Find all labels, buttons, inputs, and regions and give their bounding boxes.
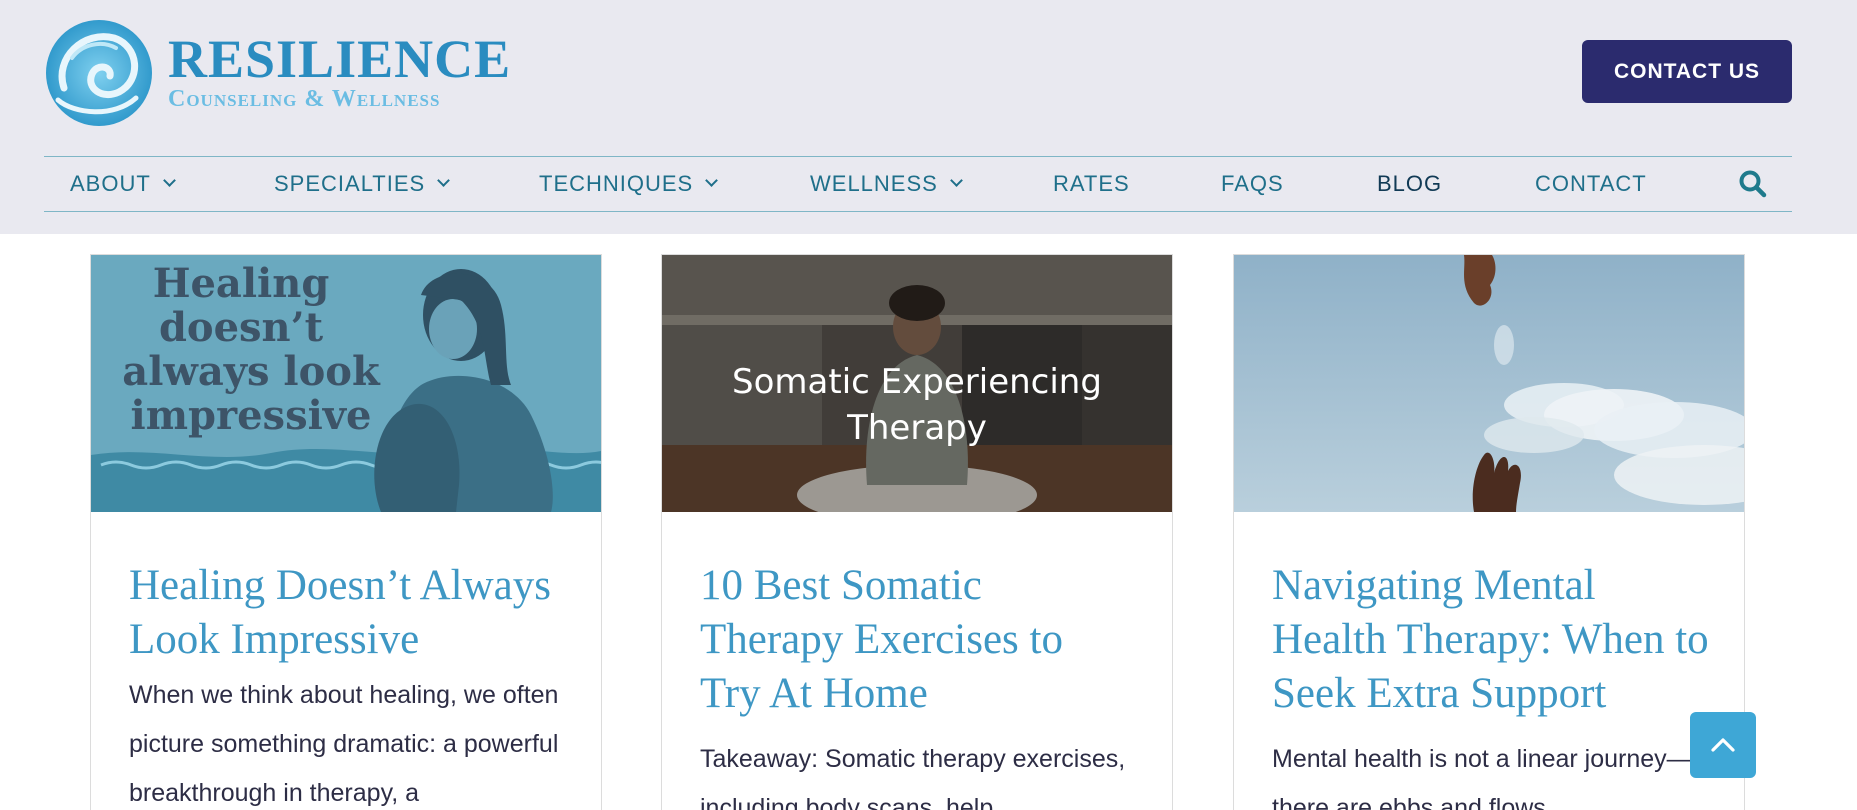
- blog-card[interactable]: Healing doesn’t always look impressive H…: [90, 254, 602, 810]
- nav-label: TECHNIQUES: [539, 170, 694, 196]
- nav-item-contact[interactable]: CONTACT: [1535, 157, 1647, 210]
- nav-item-specialties[interactable]: SPECIALTIES: [274, 157, 451, 210]
- post-title[interactable]: 10 Best Somatic Therapy Exercises to Try…: [700, 559, 1120, 721]
- post-excerpt: When we think about healing, we often pi…: [129, 681, 559, 807]
- post-title[interactable]: Healing Doesn’t Always Look Impressive: [129, 559, 569, 667]
- post-thumbnail[interactable]: Healing doesn’t always look impressive: [91, 255, 601, 512]
- image-text-line: impressive: [131, 392, 372, 439]
- logo-tagline: Counseling & Wellness: [168, 86, 441, 112]
- nav-item-blog[interactable]: BLOG: [1377, 157, 1442, 210]
- logo-wordmark: RESILIENCE Counseling & Wellness: [168, 29, 512, 113]
- nav-item-faqs[interactable]: FAQS: [1221, 157, 1284, 210]
- post-thumbnail[interactable]: Somatic Experiencing Therapy: [662, 255, 1172, 512]
- contact-us-button[interactable]: CONTACT US: [1582, 40, 1792, 103]
- logo-title: RESILIENCE: [168, 29, 512, 89]
- post-excerpt: Takeaway: Somatic therapy exercises, inc…: [700, 745, 1126, 810]
- blog-card[interactable]: Somatic Experiencing Therapy 10 Best Som…: [661, 254, 1173, 810]
- post-excerpt: Mental health is not a linear journey—th…: [1272, 745, 1692, 810]
- nav-label: WELLNESS: [810, 170, 938, 196]
- site-logo[interactable]: RESILIENCE Counseling & Wellness: [44, 18, 510, 128]
- chevron-up-icon: [1711, 738, 1735, 752]
- image-text-line: Healing: [153, 260, 330, 307]
- nav-label: BLOG: [1377, 170, 1443, 196]
- image-text-line: always look: [122, 348, 381, 395]
- nav-label: CONTACT: [1535, 170, 1647, 196]
- nav-item-wellness[interactable]: WELLNESS: [810, 157, 963, 210]
- post-title[interactable]: Navigating Mental Health Therapy: When t…: [1272, 559, 1712, 721]
- healing-illustration: Healing doesn’t always look impressive: [91, 255, 601, 512]
- nav-label: ABOUT: [70, 170, 151, 196]
- image-text-line: doesn’t: [159, 304, 324, 351]
- main-nav: ABOUT SPECIALTIES TECHNIQUES WELLNESS RA…: [44, 156, 1792, 212]
- nav-label: SPECIALTIES: [274, 170, 426, 196]
- chevron-down-icon: [162, 174, 176, 187]
- nav-item-about[interactable]: ABOUT: [70, 157, 176, 210]
- nav-item-rates[interactable]: RATES: [1053, 157, 1130, 210]
- chevron-down-icon: [949, 174, 963, 187]
- nav-item-techniques[interactable]: TECHNIQUES: [539, 157, 719, 210]
- chevron-down-icon: [437, 174, 451, 187]
- wave-swirl-icon: [46, 20, 152, 126]
- back-to-top-button[interactable]: [1690, 712, 1756, 778]
- reaching-hands-photo: [1234, 255, 1744, 512]
- post-thumbnail[interactable]: [1234, 255, 1744, 512]
- search-icon[interactable]: [1738, 169, 1768, 199]
- nav-label: RATES: [1053, 170, 1130, 196]
- image-caption: Therapy: [847, 408, 987, 448]
- blog-card[interactable]: Navigating Mental Health Therapy: When t…: [1233, 254, 1745, 810]
- image-caption: Somatic Experiencing: [732, 362, 1102, 402]
- site-header: RESILIENCE Counseling & Wellness CONTACT…: [0, 0, 1857, 234]
- chevron-down-icon: [705, 174, 719, 187]
- nav-label: FAQS: [1221, 170, 1284, 196]
